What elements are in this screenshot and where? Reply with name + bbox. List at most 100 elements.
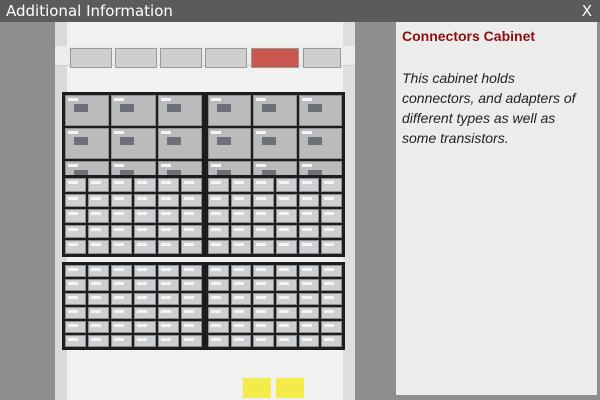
photo-top-bin xyxy=(205,48,247,68)
drawer xyxy=(157,193,179,208)
drawer xyxy=(275,307,297,319)
drawer xyxy=(208,279,229,291)
close-button[interactable]: X xyxy=(582,2,592,20)
sticky-note xyxy=(276,378,304,398)
drawer xyxy=(230,293,252,305)
drawer xyxy=(134,335,156,347)
drawer xyxy=(208,193,229,208)
drawer xyxy=(111,293,133,305)
drawer xyxy=(157,293,179,305)
drawer xyxy=(88,279,110,291)
drawer xyxy=(253,95,297,126)
drawer xyxy=(111,265,133,277)
drawer xyxy=(230,240,252,254)
drawer xyxy=(180,193,202,208)
drawer xyxy=(88,193,110,208)
drawer xyxy=(111,95,156,126)
drawer xyxy=(157,178,179,192)
drawer xyxy=(208,321,229,333)
drawer xyxy=(253,307,274,319)
drawer xyxy=(275,240,297,254)
drawer xyxy=(275,224,297,239)
drawer xyxy=(111,321,133,333)
drawer xyxy=(321,321,342,333)
drawer xyxy=(208,335,229,347)
photo-top-bin xyxy=(303,48,341,68)
window-title: Additional Information xyxy=(6,2,173,20)
drawer xyxy=(180,279,202,291)
drawer xyxy=(134,224,156,239)
drawer xyxy=(321,193,342,208)
drawer xyxy=(298,209,320,223)
drawer xyxy=(275,209,297,223)
drawer-unit xyxy=(62,262,205,350)
photo-top-bin xyxy=(251,48,299,68)
drawer xyxy=(253,335,274,347)
drawer xyxy=(157,128,202,159)
drawer xyxy=(321,307,342,319)
drawer xyxy=(65,128,110,159)
drawer xyxy=(298,307,320,319)
drawer xyxy=(275,279,297,291)
drawer xyxy=(134,240,156,254)
drawer xyxy=(321,178,342,192)
drawer xyxy=(321,279,342,291)
drawer xyxy=(88,293,110,305)
drawer xyxy=(275,265,297,277)
drawer xyxy=(298,224,320,239)
drawer xyxy=(208,224,229,239)
drawer xyxy=(134,193,156,208)
drawer xyxy=(65,209,87,223)
drawer xyxy=(253,240,274,254)
drawer xyxy=(180,224,202,239)
drawer xyxy=(111,224,133,239)
drawer xyxy=(111,193,133,208)
drawer xyxy=(134,265,156,277)
drawer xyxy=(180,209,202,223)
cabinet-photo xyxy=(55,22,355,400)
drawer xyxy=(208,95,252,126)
drawer xyxy=(298,293,320,305)
drawer xyxy=(88,178,110,192)
drawer xyxy=(208,240,229,254)
drawer xyxy=(275,321,297,333)
title-bar: Additional Information X xyxy=(0,0,600,22)
drawer xyxy=(180,335,202,347)
sticky-note xyxy=(243,378,271,398)
drawer-unit xyxy=(62,175,205,257)
drawer xyxy=(88,240,110,254)
drawer xyxy=(208,307,229,319)
drawer xyxy=(253,224,274,239)
drawer xyxy=(134,321,156,333)
drawer xyxy=(230,307,252,319)
drawer xyxy=(88,307,110,319)
drawer xyxy=(65,240,87,254)
drawer xyxy=(321,293,342,305)
drawer xyxy=(88,321,110,333)
drawer xyxy=(298,321,320,333)
drawer xyxy=(134,279,156,291)
drawer xyxy=(208,128,252,159)
drawer xyxy=(321,224,342,239)
drawer xyxy=(298,279,320,291)
drawer xyxy=(230,265,252,277)
drawer xyxy=(275,193,297,208)
drawer xyxy=(111,209,133,223)
drawer xyxy=(134,293,156,305)
drawer xyxy=(298,178,320,192)
drawer xyxy=(180,321,202,333)
drawer xyxy=(65,178,87,192)
drawer xyxy=(180,307,202,319)
drawer xyxy=(253,293,274,305)
drawer xyxy=(65,307,87,319)
drawer xyxy=(253,209,274,223)
drawer xyxy=(111,307,133,319)
drawer xyxy=(253,128,297,159)
drawer xyxy=(157,335,179,347)
info-description: This cabinet holds connectors, and adapt… xyxy=(402,70,576,146)
info-heading: Connectors Cabinet xyxy=(402,28,536,44)
photo-top-bin xyxy=(160,48,202,68)
info-panel: Connectors Cabinet This cabinet holds co… xyxy=(396,22,597,395)
drawer xyxy=(230,224,252,239)
drawer xyxy=(157,265,179,277)
